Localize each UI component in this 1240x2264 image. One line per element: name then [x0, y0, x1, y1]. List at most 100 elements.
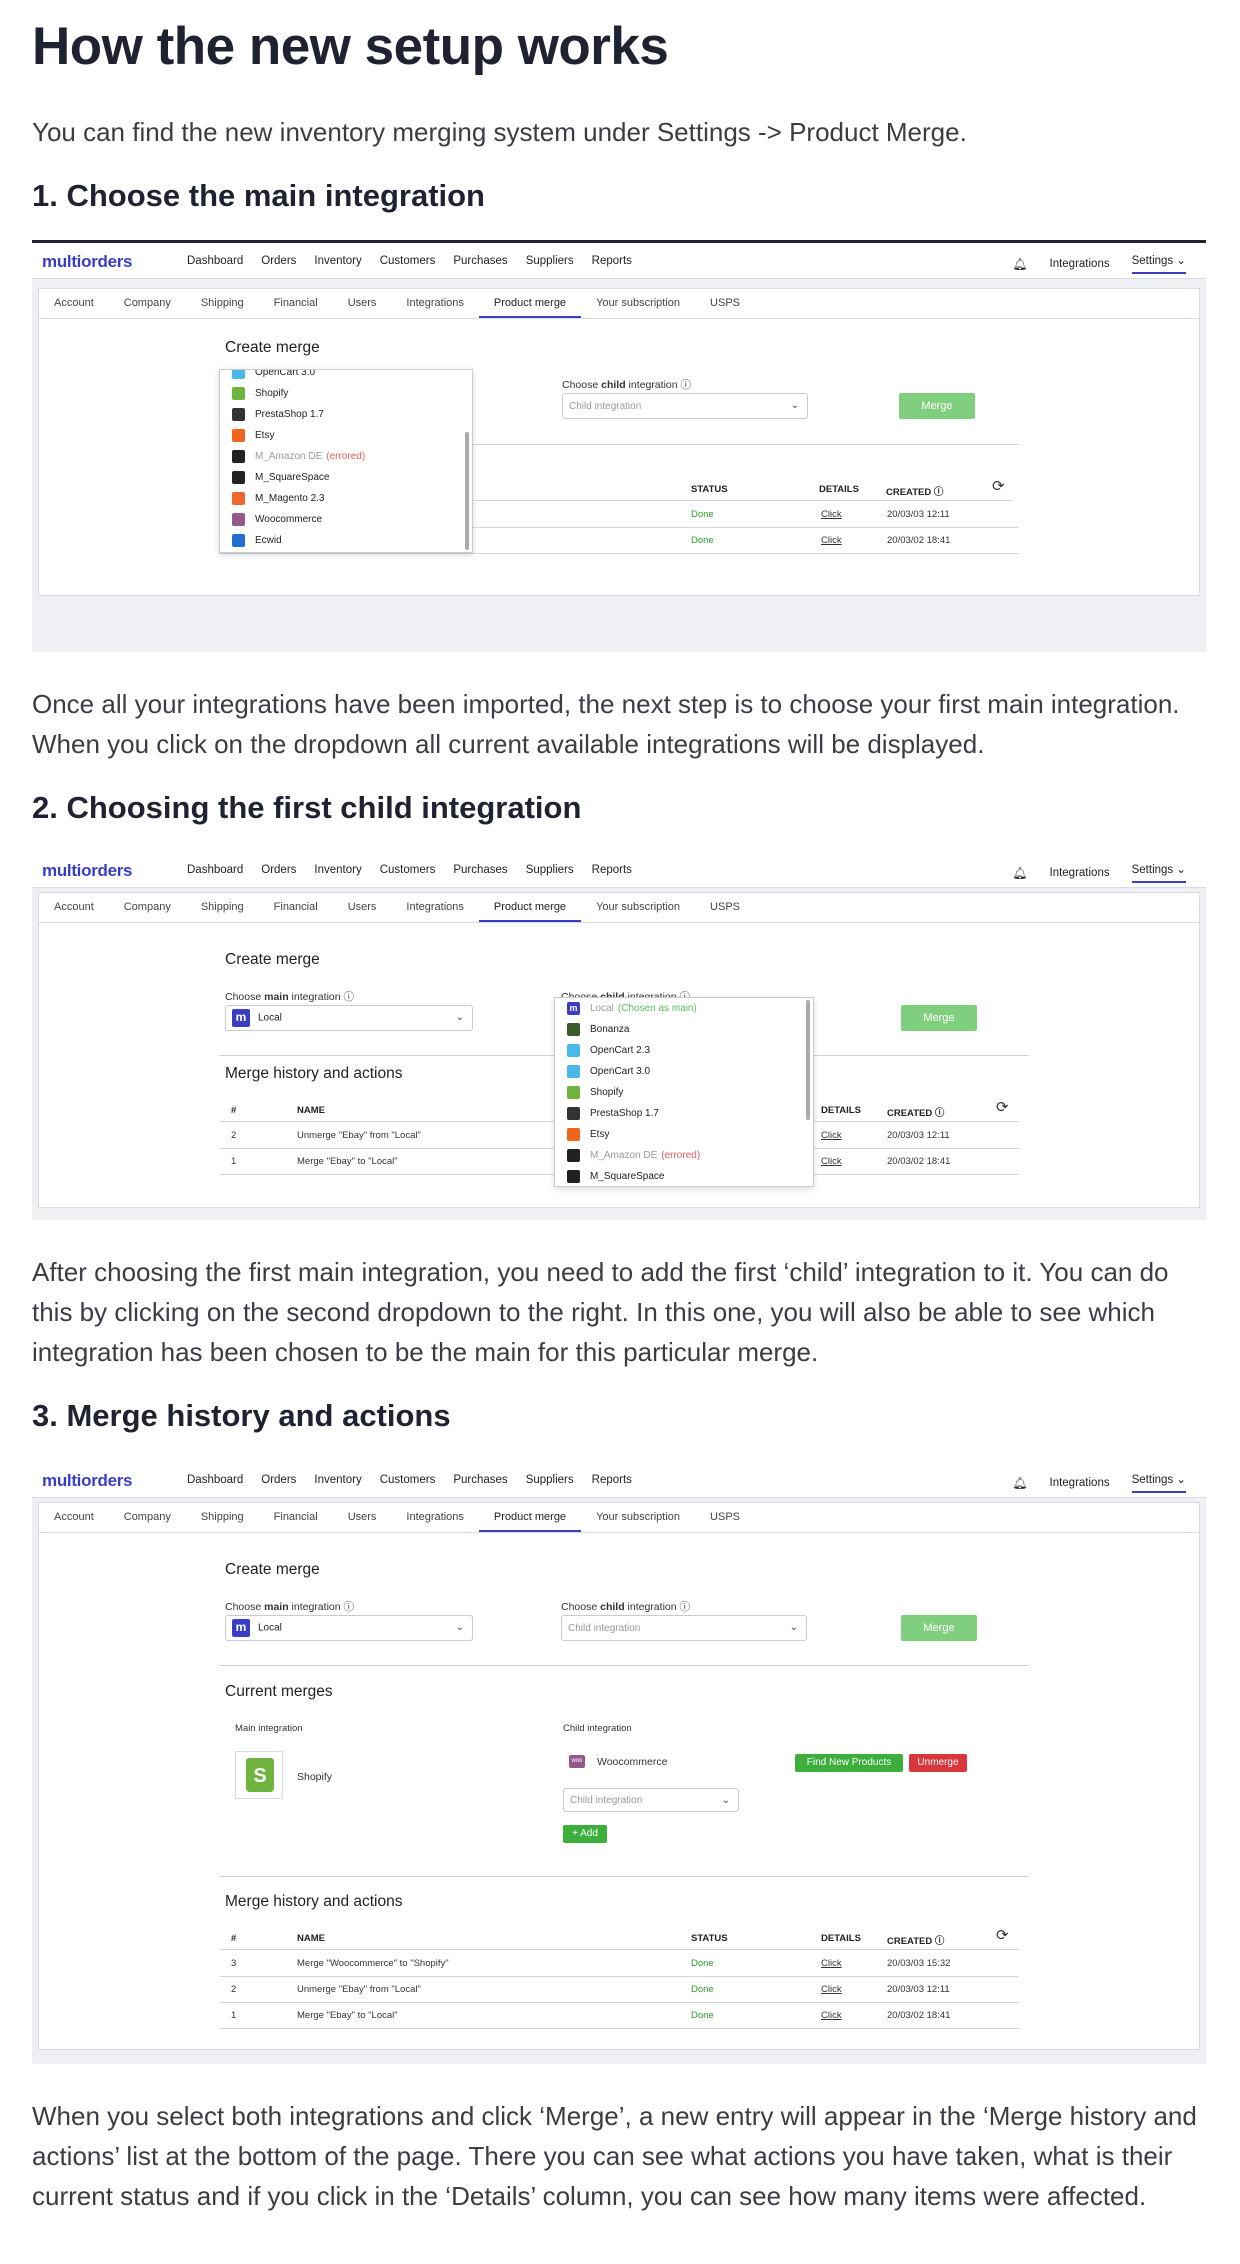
subtab[interactable]: Your subscription: [581, 289, 695, 318]
add-child-select[interactable]: Child integration ⌄: [563, 1788, 739, 1812]
nav-item[interactable]: Orders: [261, 1474, 296, 1486]
row-details-link[interactable]: Click: [821, 1958, 842, 1969]
dropdown-item[interactable]: Woocommerce: [220, 509, 472, 530]
subtab[interactable]: Users: [333, 289, 392, 318]
subtab[interactable]: Financial: [259, 893, 333, 922]
settings-menu[interactable]: Settings ⌄: [1131, 253, 1186, 274]
dropdown-item[interactable]: OpenCart 3.0: [220, 370, 472, 383]
settings-menu[interactable]: Settings ⌄: [1131, 1472, 1186, 1493]
subtab[interactable]: Product merge: [478, 1503, 582, 1532]
subtab[interactable]: Account: [39, 893, 109, 922]
nav-item[interactable]: Inventory: [314, 255, 361, 267]
refresh-icon[interactable]: ⟳: [992, 477, 1005, 495]
dropdown-item[interactable]: m Local (Chosen as main): [555, 998, 813, 1019]
dropdown-scrollbar[interactable]: [465, 432, 469, 550]
subtab[interactable]: Account: [39, 289, 109, 318]
subtab[interactable]: Account: [39, 1503, 109, 1532]
row-details-link[interactable]: Click: [821, 1130, 842, 1141]
nav-item[interactable]: Customers: [380, 864, 436, 876]
row-details-link[interactable]: Click: [821, 509, 842, 520]
nav-item[interactable]: Purchases: [453, 864, 507, 876]
settings-menu[interactable]: Settings ⌄: [1131, 862, 1186, 883]
nav-item[interactable]: Inventory: [314, 1474, 361, 1486]
dropdown-item[interactable]: M_Magento 2.3: [220, 488, 472, 509]
bell-icon[interactable]: 🔔︎: [1012, 1476, 1027, 1490]
dropdown-item[interactable]: M_Amazon DE (errored): [555, 1145, 813, 1166]
nav-item[interactable]: Reports: [592, 255, 632, 267]
find-new-products-button[interactable]: Find New Products: [795, 1754, 903, 1772]
integrations-link[interactable]: Integrations: [1050, 1477, 1110, 1489]
row-details-link[interactable]: Click: [821, 535, 842, 546]
subtab[interactable]: Shipping: [186, 1503, 259, 1532]
subtab[interactable]: USPS: [695, 1503, 755, 1532]
nav-item[interactable]: Dashboard: [187, 1474, 243, 1486]
merge-button[interactable]: Merge: [899, 393, 975, 419]
refresh-icon[interactable]: ⟳: [996, 1926, 1009, 1944]
nav-item[interactable]: Suppliers: [526, 864, 574, 876]
child-integration-select[interactable]: Child integration ⌄: [561, 1615, 807, 1641]
subtab[interactable]: USPS: [695, 289, 755, 318]
subtab[interactable]: Integrations: [391, 289, 478, 318]
subtab[interactable]: Your subscription: [581, 1503, 695, 1532]
nav-item[interactable]: Customers: [380, 1474, 436, 1486]
dropdown-scrollbar[interactable]: [806, 1000, 810, 1120]
nav-item[interactable]: Dashboard: [187, 864, 243, 876]
bell-icon[interactable]: 🔔︎: [1012, 866, 1027, 880]
dropdown-item[interactable]: Shopify: [555, 1082, 813, 1103]
add-button[interactable]: + Add: [563, 1825, 607, 1843]
nav-item[interactable]: Orders: [261, 864, 296, 876]
row-details-link[interactable]: Click: [821, 1984, 842, 1995]
dropdown-item[interactable]: Shopify: [220, 383, 472, 404]
main-integration-select[interactable]: m Local ⌄: [225, 1615, 473, 1641]
nav-item[interactable]: Reports: [592, 864, 632, 876]
main-integration-select[interactable]: m Local ⌄: [225, 1005, 473, 1031]
subtab[interactable]: Company: [109, 1503, 186, 1532]
integrations-link[interactable]: Integrations: [1050, 258, 1110, 270]
subtab[interactable]: Your subscription: [581, 893, 695, 922]
unmerge-button[interactable]: Unmerge: [909, 1754, 967, 1772]
nav-item[interactable]: Inventory: [314, 864, 361, 876]
subtab[interactable]: Shipping: [186, 289, 259, 318]
subtab[interactable]: Company: [109, 893, 186, 922]
subtab[interactable]: Integrations: [391, 1503, 478, 1532]
refresh-icon[interactable]: ⟳: [996, 1098, 1009, 1116]
dropdown-item[interactable]: M_Amazon DE (errored): [220, 446, 472, 467]
nav-item[interactable]: Orders: [261, 255, 296, 267]
dropdown-item[interactable]: M_SquareSpace: [220, 467, 472, 488]
row-details-link[interactable]: Click: [821, 2010, 842, 2021]
dropdown-item[interactable]: OpenCart 3.0: [555, 1061, 813, 1082]
dropdown-item[interactable]: M_SquareSpace: [555, 1166, 813, 1186]
child-integration-dropdown[interactable]: m Local (Chosen as main) Bonanza OpenCart 2.…: [554, 997, 814, 1187]
dropdown-item[interactable]: PrestaShop 1.7: [555, 1103, 813, 1124]
subtab[interactable]: USPS: [695, 893, 755, 922]
dropdown-item[interactable]: Ecwid: [220, 530, 472, 551]
child-integration-select[interactable]: Child integration ⌄: [562, 393, 808, 419]
dropdown-item[interactable]: OpenCart 2.3: [555, 1040, 813, 1061]
nav-item[interactable]: Customers: [380, 255, 436, 267]
subtab[interactable]: Users: [333, 1503, 392, 1532]
subtab[interactable]: Company: [109, 289, 186, 318]
subtab[interactable]: Financial: [259, 289, 333, 318]
nav-item[interactable]: Dashboard: [187, 255, 243, 267]
nav-item[interactable]: Reports: [592, 1474, 632, 1486]
merge-button[interactable]: Merge: [901, 1615, 977, 1641]
subtab[interactable]: Shipping: [186, 893, 259, 922]
subtab[interactable]: Product merge: [478, 289, 582, 318]
integrations-link[interactable]: Integrations: [1050, 867, 1110, 879]
subtab[interactable]: Users: [333, 893, 392, 922]
bell-icon[interactable]: 🔔︎: [1012, 257, 1027, 271]
subtab[interactable]: Financial: [259, 1503, 333, 1532]
nav-item[interactable]: Purchases: [453, 1474, 507, 1486]
subtab[interactable]: Product merge: [478, 893, 582, 922]
dropdown-item[interactable]: Etsy: [220, 425, 472, 446]
row-details-link[interactable]: Click: [821, 1156, 842, 1167]
merge-button[interactable]: Merge: [901, 1005, 977, 1031]
main-integration-dropdown[interactable]: OpenCart 3.0 Shopify PrestaShop 1.7 Etsy M_A…: [219, 369, 473, 553]
subtab[interactable]: Integrations: [391, 893, 478, 922]
dropdown-item[interactable]: PrestaShop 1.7: [220, 404, 472, 425]
nav-item[interactable]: Purchases: [453, 255, 507, 267]
nav-item[interactable]: Suppliers: [526, 1474, 574, 1486]
dropdown-item[interactable]: Etsy: [555, 1124, 813, 1145]
nav-item[interactable]: Suppliers: [526, 255, 574, 267]
dropdown-item[interactable]: Bonanza: [555, 1019, 813, 1040]
